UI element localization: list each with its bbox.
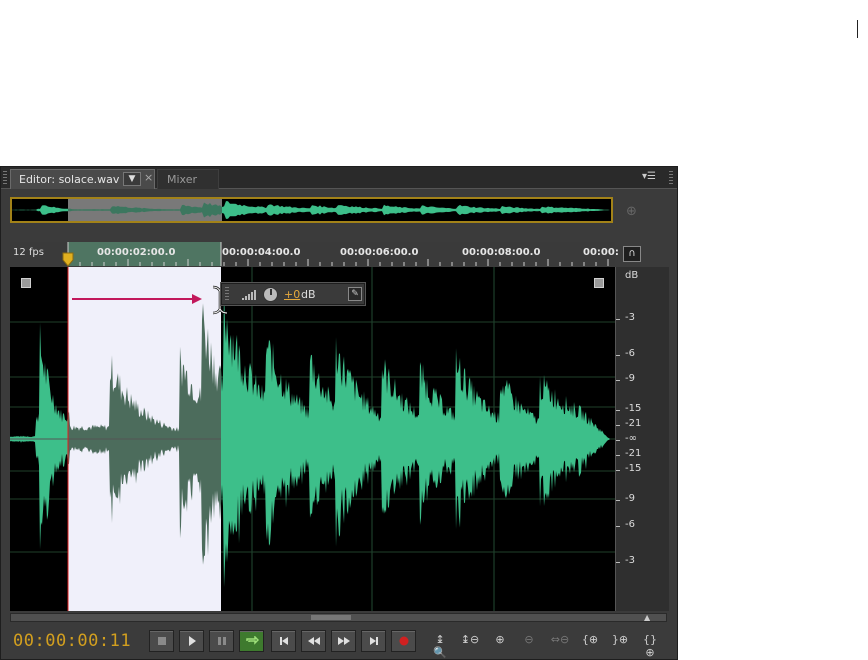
tab-mixer[interactable]: Mixer [157, 169, 219, 189]
db-tick [616, 455, 620, 456]
db-label: -15 [625, 463, 642, 474]
snap-icon[interactable]: ∩ [623, 246, 641, 262]
horizontal-scrollbar[interactable] [10, 613, 667, 622]
db-label: -3 [625, 555, 635, 566]
db-label: -∞ [625, 433, 637, 444]
scrollbar-thumb[interactable] [311, 615, 351, 620]
panel-grip[interactable] [3, 171, 7, 185]
zoom-in-right-icon[interactable]: }⊕ [609, 633, 631, 649]
zoom-out-amplitude-icon[interactable]: ↨⊖ [459, 633, 481, 649]
text-cursor [857, 20, 858, 38]
time-ruler[interactable]: 12 fps 00:00:02:00.0 00:00:04:00.0 00:00… [10, 242, 619, 267]
zoom-to-selection-icon[interactable]: {}⊕ [639, 633, 661, 659]
play-icon [188, 636, 196, 646]
tab-bar: Editor: solace.wav ▼ × Mixer ▾☰ [1, 167, 677, 189]
ruler-tick-label: 00:00:04:00.0 [222, 247, 301, 258]
overview-waveform [12, 199, 610, 221]
ruler-tick-label: 00:00:06:00.0 [340, 247, 419, 258]
playhead-marker-icon[interactable] [62, 251, 74, 267]
tab-mixer-label: Mixer [167, 173, 198, 186]
waveform-right [221, 286, 610, 588]
zoom-in-amplitude-icon[interactable]: ↨🔍 [429, 633, 451, 659]
record-button[interactable] [391, 630, 416, 652]
go-to-end-button[interactable] [361, 630, 386, 652]
rewind-icon [307, 637, 320, 645]
file-dropdown-icon[interactable]: ▼ [123, 172, 141, 186]
db-tick [616, 470, 620, 471]
zoom-navigator-icon[interactable]: ⊕ [626, 204, 637, 219]
fast-forward-icon [337, 637, 350, 645]
ruler-tick-label: 00:00:02:00.0 [97, 247, 176, 258]
db-label: -9 [625, 493, 635, 504]
stop-icon [157, 637, 166, 645]
loop-icon [245, 636, 259, 645]
hud-grip[interactable] [225, 287, 229, 301]
fast-forward-button[interactable] [331, 630, 356, 652]
pause-icon [217, 637, 226, 645]
go-to-end-icon [369, 637, 378, 645]
rewind-button[interactable] [301, 630, 326, 652]
pause-button[interactable] [209, 630, 234, 652]
current-time-display: 00:00:00:11 [13, 631, 132, 651]
play-button[interactable] [179, 630, 204, 652]
panel-menu-icon[interactable]: ▾☰ [642, 171, 656, 182]
db-tick [616, 526, 620, 527]
fps-label: 12 fps [13, 247, 44, 258]
close-tab-icon[interactable]: × [144, 171, 153, 184]
waveform-left [10, 322, 68, 550]
db-tick [616, 425, 620, 426]
db-tick [616, 500, 620, 501]
editor-panel: Editor: solace.wav ▼ × Mixer ▾☰ ⊕ 12 fps… [0, 166, 678, 660]
db-label: -6 [625, 519, 635, 530]
scroll-up-icon[interactable]: ▲ [644, 613, 650, 622]
db-tick [616, 380, 620, 381]
waveform-canvas [10, 267, 615, 611]
waveform-display[interactable] [10, 267, 615, 611]
db-tick [616, 319, 620, 320]
panel-grip-right[interactable] [669, 171, 673, 185]
zoom-in-left-icon[interactable]: {⊕ [579, 633, 601, 649]
db-tick [616, 562, 620, 563]
pin-icon[interactable]: ✎ [348, 287, 362, 301]
db-scale: dB -3 -6 -9 -15 -21 -∞ -21 -15 -9 -6 -3 [615, 267, 669, 611]
db-label: -3 [625, 312, 635, 323]
db-label: -21 [625, 418, 642, 429]
db-tick [616, 410, 620, 411]
record-icon [399, 636, 408, 646]
zoom-out-time-icon[interactable]: ⊖ [518, 633, 540, 649]
tab-editor-label: Editor: solace.wav [19, 173, 120, 186]
volume-hud[interactable]: +0 dB ✎ [221, 283, 365, 305]
loop-button[interactable] [239, 630, 264, 652]
volume-unit: dB [301, 288, 316, 301]
page: Editor: solace.wav ▼ × Mixer ▾☰ ⊕ 12 fps… [0, 0, 868, 660]
fade-in-handle[interactable] [21, 278, 31, 288]
fade-out-handle[interactable] [594, 278, 604, 288]
level-bars-icon [242, 290, 256, 300]
db-label: -15 [625, 403, 642, 414]
db-tick [616, 355, 620, 356]
ruler-tick-label: 00:00: [583, 247, 619, 258]
ruler-tick-label: 00:00:08:00.0 [462, 247, 541, 258]
db-tick [616, 440, 620, 441]
overview-navigator[interactable] [10, 197, 613, 223]
db-scale-title: dB [625, 270, 639, 281]
overview-selection-tint [68, 199, 222, 221]
db-label: -21 [625, 448, 642, 459]
db-label: -9 [625, 373, 635, 384]
go-to-start-icon [279, 637, 288, 645]
stop-button[interactable] [149, 630, 174, 652]
zoom-out-full-icon[interactable]: ⇔⊖ [549, 633, 571, 649]
db-label: -6 [625, 348, 635, 359]
tab-editor[interactable]: Editor: solace.wav ▼ × [10, 169, 155, 189]
volume-value[interactable]: +0 [284, 288, 300, 301]
volume-knob[interactable] [263, 287, 278, 302]
go-to-start-button[interactable] [271, 630, 296, 652]
zoom-in-time-icon[interactable]: ⊕ [489, 633, 511, 649]
